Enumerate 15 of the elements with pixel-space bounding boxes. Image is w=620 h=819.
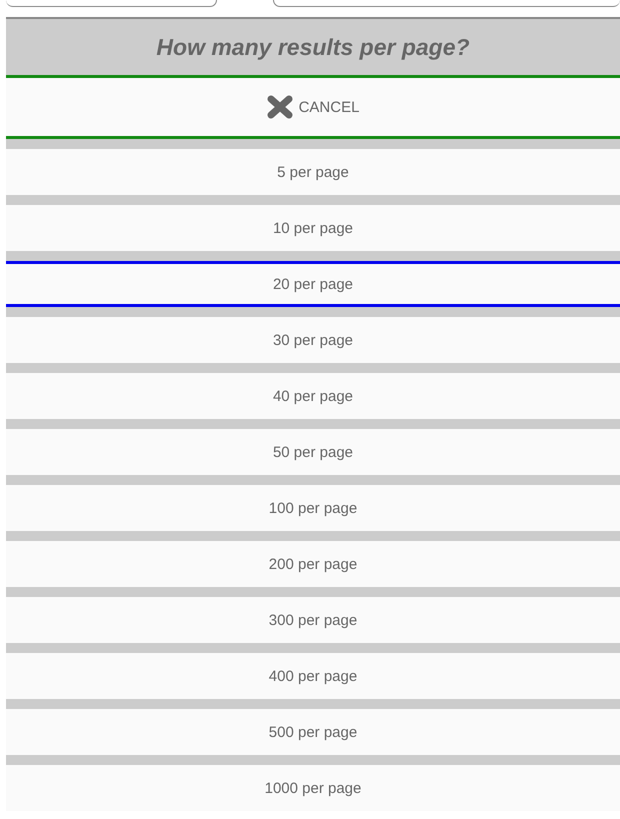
page-size-option[interactable]: 1000 per page xyxy=(6,765,620,811)
page-size-option[interactable]: 40 per page xyxy=(6,373,620,419)
page-size-option[interactable]: 100 per page xyxy=(6,485,620,531)
page-size-option[interactable]: 400 per page xyxy=(6,653,620,699)
page-size-option[interactable]: 200 per page xyxy=(6,541,620,587)
page-size-option[interactable]: 10 per page xyxy=(6,205,620,251)
close-icon xyxy=(266,95,293,119)
page-size-option[interactable]: 30 per page xyxy=(6,317,620,363)
cancel-button[interactable]: CANCEL xyxy=(6,78,620,139)
page-size-option[interactable]: 5 per page xyxy=(6,149,620,195)
dialog-title: How many results per page? xyxy=(156,34,470,60)
page-size-option[interactable]: 300 per page xyxy=(6,597,620,643)
page-size-option[interactable]: 500 per page xyxy=(6,709,620,755)
page-size-option[interactable]: 50 per page xyxy=(6,429,620,475)
page-size-option[interactable]: 20 per page xyxy=(6,261,620,307)
